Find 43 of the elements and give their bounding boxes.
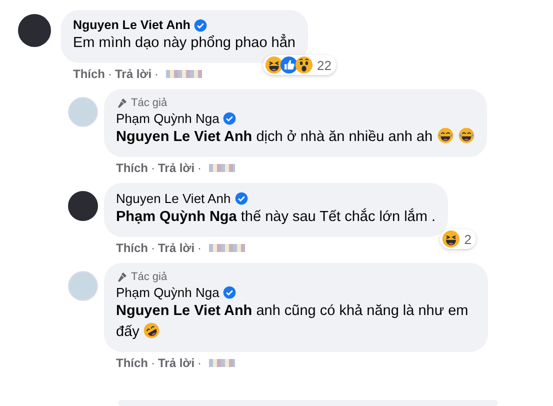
- separator-dot: ·: [151, 241, 155, 255]
- pixelated-timestamp: [208, 164, 235, 172]
- author-label: Tác giả: [131, 97, 168, 109]
- reaction-summary[interactable]: 22: [263, 55, 336, 75]
- separator-dot: ·: [198, 161, 202, 175]
- avatar[interactable]: [68, 191, 98, 221]
- comment-text: Em mình dạo này phổng phao hẳn: [73, 33, 296, 53]
- author-name[interactable]: Nguyen Le Viet Anh: [116, 191, 231, 206]
- laughing-tears-face-icon: [436, 127, 454, 144]
- separator-dot: ·: [108, 67, 112, 81]
- comment-text: Nguyen Le Viet Anh dịch ở nhà ăn nhiều anh ah: [116, 127, 475, 148]
- separator-dot: ·: [198, 356, 202, 370]
- laughing-face-icon: [442, 230, 460, 248]
- pixelated-timestamp: [208, 244, 245, 252]
- avatar[interactable]: [18, 14, 51, 47]
- reply-link[interactable]: Trả lời: [115, 67, 152, 81]
- comment-text: Nguyen Le Viet Anh anh cũng có khả năng là như em đấy: [116, 302, 470, 342]
- reaction-summary[interactable]: 2: [440, 229, 476, 249]
- like-link[interactable]: Thích: [116, 161, 148, 175]
- microphone-icon: [116, 271, 128, 283]
- pixelated-timestamp: [166, 70, 202, 78]
- tilted-laughing-face-icon: [143, 322, 160, 339]
- reply-link[interactable]: Trả lời: [158, 241, 195, 255]
- author-label: Tác giả: [131, 271, 168, 283]
- reply-link[interactable]: Trả lời: [158, 356, 195, 370]
- like-link[interactable]: Thích: [116, 356, 148, 370]
- laughing-tears-face-icon: [458, 127, 475, 144]
- laughing-face-icon: [265, 56, 284, 74]
- author-name[interactable]: Phạm Quỳnh Nga: [116, 111, 220, 126]
- surprised-face-icon: [295, 56, 314, 74]
- reply-link[interactable]: Trả lời: [158, 161, 195, 175]
- microphone-icon: [116, 97, 128, 109]
- author-name[interactable]: Nguyen Le Viet Anh: [73, 18, 190, 32]
- author-name[interactable]: Phạm Quỳnh Nga: [116, 285, 220, 300]
- separator-dot: ·: [151, 356, 155, 370]
- comment-text: Phạm Quỳnh Nga thế này sau Tết chắc lớn lắm .: [116, 207, 436, 227]
- pixelated-timestamp: [208, 359, 235, 367]
- like-link[interactable]: Thích: [116, 241, 148, 255]
- separator-dot: ·: [154, 67, 159, 81]
- thumbs-up-icon: [280, 56, 298, 74]
- separator-dot: ·: [198, 241, 202, 255]
- like-link[interactable]: Thích: [73, 67, 105, 81]
- separator-dot: ·: [151, 161, 155, 175]
